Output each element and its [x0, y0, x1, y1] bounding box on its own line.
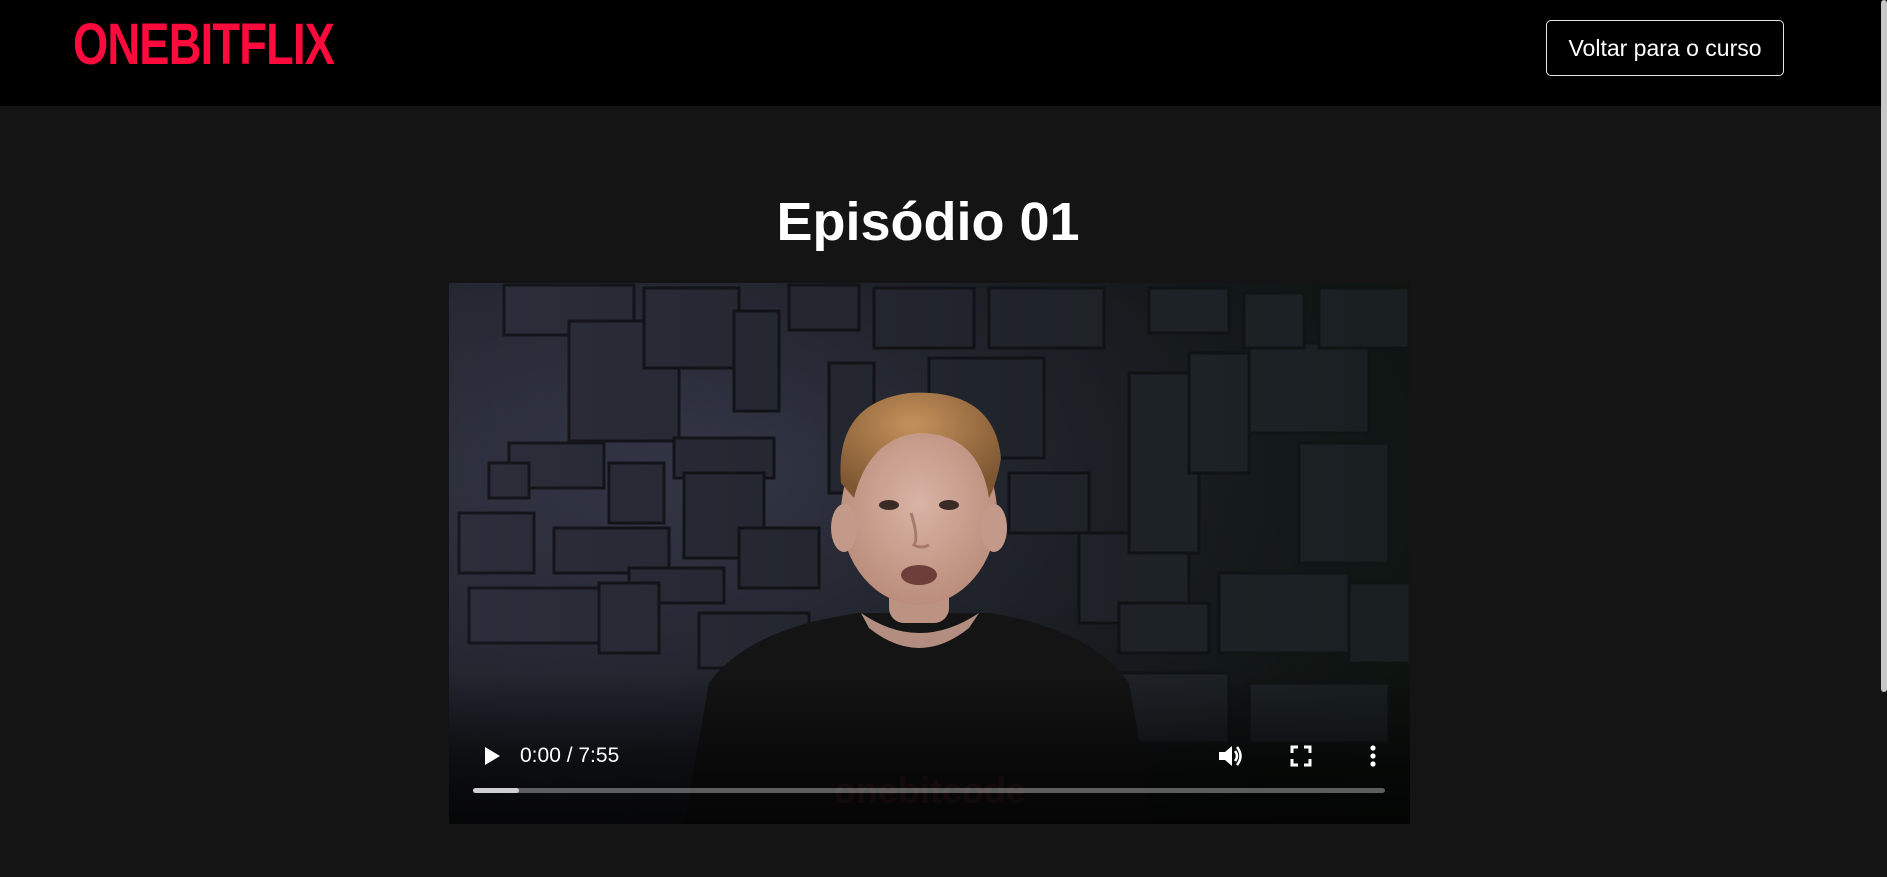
page-scrollbar[interactable] [1881, 0, 1887, 692]
more-options-icon [1370, 745, 1376, 767]
top-header: ONEBITFLIX Voltar para o curso [0, 0, 1887, 106]
progress-bar[interactable] [473, 788, 1385, 793]
time-display: 0:00 / 7:55 [520, 744, 620, 767]
buffered-progress [473, 788, 519, 793]
episode-title: Episódio 01 [776, 192, 1080, 252]
more-options-button[interactable] [1356, 739, 1390, 773]
back-to-course-button[interactable]: Voltar para o curso [1546, 20, 1784, 76]
play-button[interactable] [475, 739, 509, 773]
video-player[interactable]: onebitcode 0:00 / 7:55 [449, 283, 1410, 824]
play-icon [485, 747, 500, 765]
volume-icon [1219, 746, 1242, 766]
fullscreen-button[interactable] [1284, 739, 1318, 773]
fullscreen-icon [1290, 745, 1312, 767]
onebitflix-logo[interactable]: ONEBITFLIX [73, 14, 335, 76]
volume-button[interactable] [1213, 739, 1247, 773]
